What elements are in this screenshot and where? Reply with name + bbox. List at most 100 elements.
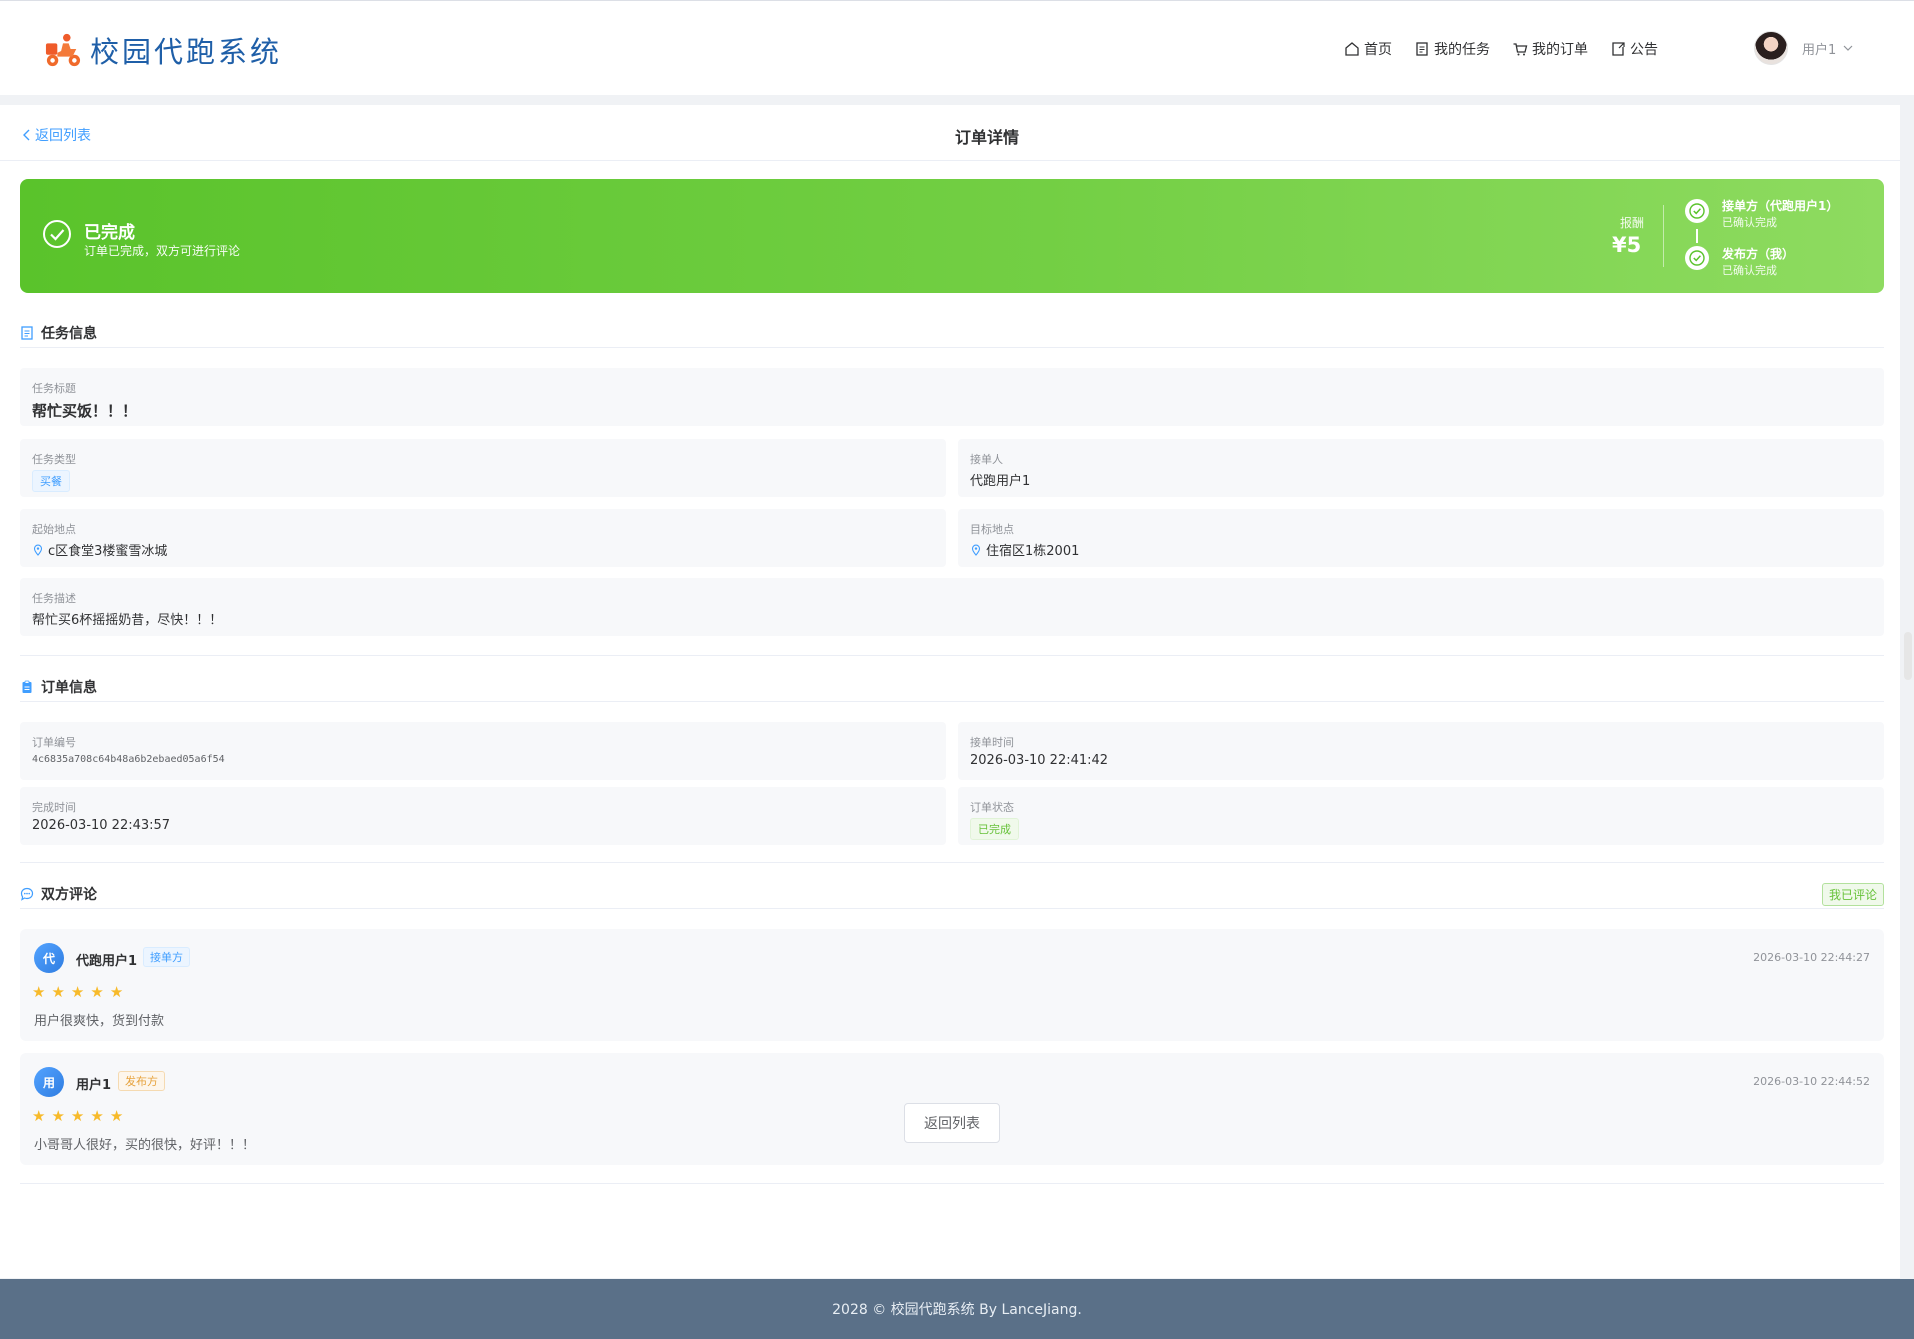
task-type-value: 买餐 xyxy=(32,470,70,492)
finish-time-field: 完成时间 2026-03-10 22:43:57 xyxy=(20,787,946,845)
start-location-value: c区食堂3楼蜜雪冰城 xyxy=(32,540,167,559)
order-status-field: 订单状态 已完成 xyxy=(958,787,1884,845)
banner-divider xyxy=(1663,205,1664,267)
reviews-title: 双方评论 xyxy=(41,886,97,903)
reviews-header: 双方评论 我已评论 xyxy=(20,879,1884,909)
task-title-field: 任务标题 帮忙买饭！！！ xyxy=(20,368,1884,426)
user-name: 用户1 xyxy=(1802,42,1837,58)
star-icon: ★ xyxy=(51,1107,65,1125)
chat-bubble-icon xyxy=(20,887,34,901)
document-icon xyxy=(21,325,33,340)
task-title-value: 帮忙买饭！！！ xyxy=(32,402,138,420)
target-location-value: 住宿区1栋2001 xyxy=(970,540,1079,559)
nav-my-orders[interactable]: 我的订单 xyxy=(1512,39,1588,59)
page-title: 订单详情 xyxy=(954,128,1019,147)
start-location-field: 起始地点 c区食堂3楼蜜雪冰城 xyxy=(20,509,946,567)
avatar: 代 xyxy=(34,943,64,973)
order-info-title: 订单信息 xyxy=(41,679,97,696)
start-location-text: c区食堂3楼蜜雪冰城 xyxy=(48,544,168,559)
target-location-label: 目标地点 xyxy=(970,523,1014,536)
order-number-value: 4c6835a708c64b48a6b2ebaed05a6f54 xyxy=(32,754,225,765)
finish-time-value: 2026-03-10 22:43:57 xyxy=(32,818,171,833)
divider xyxy=(20,862,1884,863)
check-circle-icon xyxy=(43,220,71,248)
order-number-label: 订单编号 xyxy=(32,736,76,749)
accept-time-field: 接单时间 2026-03-10 22:41:42 xyxy=(958,722,1884,780)
page-header: 返回列表 订单详情 xyxy=(0,105,1900,161)
star-rating: ★ ★ ★ ★ ★ xyxy=(32,985,129,1000)
star-icon: ★ xyxy=(90,1107,104,1125)
accept-time-value: 2026-03-10 22:41:42 xyxy=(970,753,1109,768)
runner-field: 接单人 代跑用户1 xyxy=(958,439,1884,497)
chevron-down-icon xyxy=(1843,45,1853,51)
star-icon: ★ xyxy=(109,1107,124,1125)
task-type-tag: 买餐 xyxy=(32,470,70,492)
star-icon: ★ xyxy=(32,983,46,1001)
nav-my-orders-label: 我的订单 xyxy=(1532,42,1588,58)
footer-text: 2028 © 校园代跑系统 By LanceJiang. xyxy=(832,1302,1082,1318)
runner-confirm-check-icon xyxy=(1685,199,1709,223)
star-icon: ★ xyxy=(51,983,65,1001)
nav-my-tasks[interactable]: 我的任务 xyxy=(1414,39,1490,59)
task-description-value: 帮忙买6杯摇摇奶昔，尽快！！！ xyxy=(32,613,223,628)
nav-announcement-label: 公告 xyxy=(1630,42,1658,58)
reviewer-role-tag: 发布方 xyxy=(118,1071,165,1091)
runner-label: 接单人 xyxy=(970,453,1003,466)
task-title-label: 任务标题 xyxy=(32,382,76,395)
nav-home[interactable]: 首页 xyxy=(1344,39,1392,59)
review-time: 2026-03-10 22:44:52 xyxy=(1753,1075,1870,1088)
star-icon: ★ xyxy=(32,1107,46,1125)
accept-time-label: 接单时间 xyxy=(970,736,1014,749)
target-location-text: 住宿区1栋2001 xyxy=(986,544,1080,559)
reviewer-name: 代跑用户1 xyxy=(76,954,138,969)
brand[interactable]: 校园代跑系统 xyxy=(44,29,282,71)
runner-confirm-status: 已确认完成 xyxy=(1722,216,1777,229)
task-type-label: 任务类型 xyxy=(32,453,76,466)
review-time: 2026-03-10 22:44:27 xyxy=(1753,951,1870,964)
order-number-field: 订单编号 4c6835a708c64b48a6b2ebaed05a6f54 xyxy=(20,722,946,780)
review-text: 用户很爽快，货到付款 xyxy=(34,1014,165,1029)
reviewer-role-tag: 接单方 xyxy=(143,947,190,967)
order-status-banner: 已完成 订单已完成，双方可进行评论 报酬 ¥5 接单方（代跑用户1） 已确认完成… xyxy=(20,179,1884,293)
avatar: 用 xyxy=(34,1067,64,1097)
star-icon: ★ xyxy=(70,1107,85,1125)
runner-value: 代跑用户1 xyxy=(970,474,1031,489)
star-icon: ★ xyxy=(70,983,85,1001)
scrollbar-thumb[interactable] xyxy=(1904,632,1912,680)
user-menu[interactable]: 用户1 xyxy=(1754,31,1854,65)
review-card: 代 代跑用户1 接单方 2026-03-10 22:44:27 ★ ★ ★ ★ ★ 用户… xyxy=(20,929,1884,1041)
app-title: 校园代跑系统 xyxy=(90,35,283,69)
review-text: 小哥哥人很好，买的很快，好评！！！ xyxy=(34,1138,256,1153)
task-info-header: 任务信息 xyxy=(20,318,1884,348)
user-avatar[interactable] xyxy=(1754,31,1788,65)
nav-my-tasks-label: 我的任务 xyxy=(1434,42,1490,58)
clipboard-icon xyxy=(22,680,32,693)
divider xyxy=(20,655,1884,656)
publisher-confirm-check-icon xyxy=(1685,246,1709,270)
status-title: 已完成 xyxy=(84,223,135,243)
notice-icon xyxy=(1612,42,1625,56)
document-icon xyxy=(1416,42,1428,56)
reviewed-badge: 我已评论 xyxy=(1821,883,1884,906)
main-nav: 首页 我的任务 我的订单 公告 xyxy=(1344,39,1680,59)
star-icon: ★ xyxy=(90,983,104,1001)
runner-confirm-title: 接单方（代跑用户1） xyxy=(1722,199,1839,213)
task-info-title: 任务信息 xyxy=(41,325,97,342)
progress-connector xyxy=(1696,229,1698,243)
location-pin-icon xyxy=(33,544,43,556)
location-pin-icon xyxy=(971,544,981,556)
order-status-label: 订单状态 xyxy=(970,801,1014,814)
nav-home-label: 首页 xyxy=(1364,42,1392,58)
star-rating: ★ ★ ★ ★ ★ xyxy=(32,1109,129,1124)
reward-value: ¥5 xyxy=(1612,233,1642,257)
finish-time-label: 完成时间 xyxy=(32,801,76,814)
back-to-list-button[interactable]: 返回列表 xyxy=(904,1103,1000,1143)
reviewer-name: 用户1 xyxy=(76,1078,112,1093)
status-badge: 已完成 xyxy=(970,818,1019,840)
footer: 2028 © 校园代跑系统 By LanceJiang. xyxy=(0,1279,1914,1339)
start-location-label: 起始地点 xyxy=(32,523,76,536)
divider xyxy=(20,1183,1884,1184)
task-description-label: 任务描述 xyxy=(32,592,76,605)
delivery-scooter-logo-icon xyxy=(45,33,81,67)
nav-announcement[interactable]: 公告 xyxy=(1610,39,1658,59)
